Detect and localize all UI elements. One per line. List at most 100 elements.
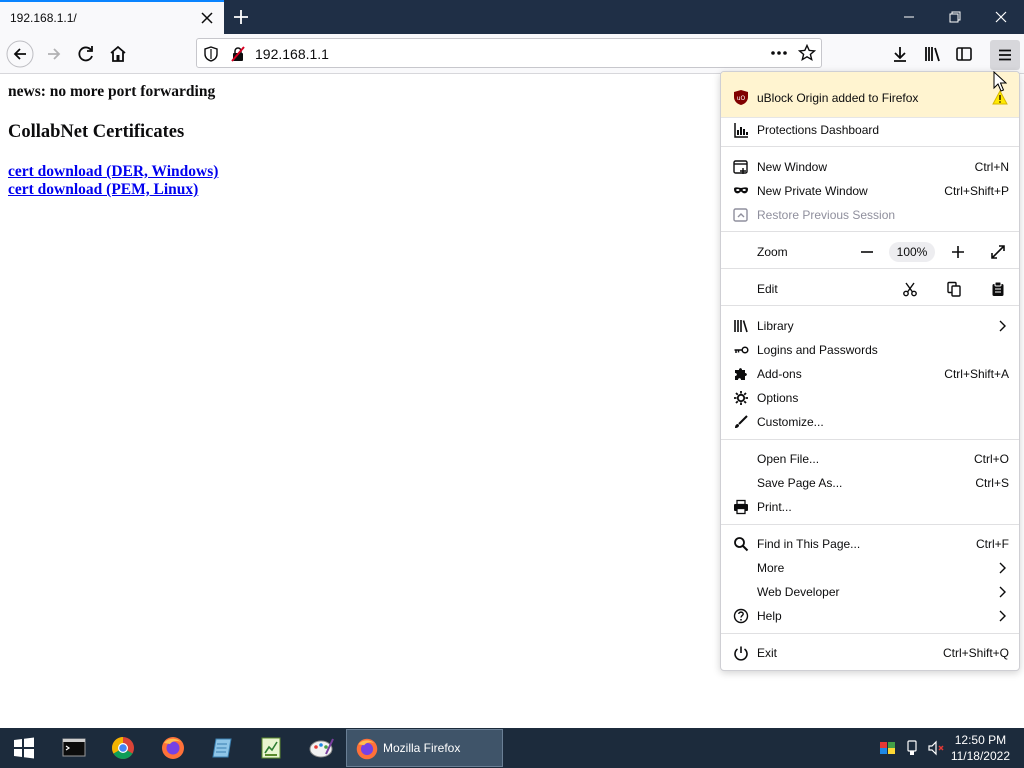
chevron-right-icon [999, 586, 1006, 598]
menu-item-new-private-window[interactable]: New Private Window Ctrl+Shift+P [721, 179, 1019, 203]
menu-item-save-page-as[interactable]: Save Page As... Ctrl+S [721, 471, 1019, 495]
addon-notice[interactable]: uO uBlock Origin added to Firefox [721, 72, 1019, 118]
addon-notice-text: uBlock Origin added to Firefox [757, 91, 919, 105]
menu-item-shortcut: Ctrl+S [975, 476, 1009, 490]
menu-separator [721, 633, 1019, 634]
spreadsheet-icon[interactable] [256, 734, 286, 762]
tab-title: 192.168.1.1/ [10, 11, 77, 25]
cert-download-der-link[interactable]: cert download (DER, Windows) [8, 163, 218, 181]
menu-item-shortcut: Ctrl+Shift+P [944, 184, 1009, 198]
menu-item-label: Library [757, 319, 794, 333]
clock-date: 11/18/2022 [950, 749, 1010, 763]
news-text: news: no more port forwarding [8, 83, 216, 100]
menu-item-label: Exit [757, 646, 778, 660]
key-icon [734, 346, 749, 354]
new-window-icon [733, 160, 748, 174]
close-tab-icon[interactable] [198, 9, 216, 27]
display-tray-icon[interactable] [879, 741, 896, 755]
taskbar-firefox-button[interactable]: Mozilla Firefox [346, 729, 503, 767]
menu-separator [721, 146, 1019, 147]
menu-item-label: Save Page As... [757, 476, 843, 490]
menu-item-customize[interactable]: Customize... [721, 410, 1019, 434]
navigation-bar: 192.168.1.1 [0, 34, 1024, 74]
menu-item-protections-dashboard[interactable]: Protections Dashboard [721, 118, 1019, 142]
menu-item-label: Find in This Page... [757, 537, 861, 551]
url-text[interactable]: 192.168.1.1 [255, 46, 329, 62]
sidebar-icon[interactable] [950, 40, 978, 68]
menu-item-label: Customize... [757, 415, 824, 429]
tab-active[interactable]: 192.168.1.1/ [0, 0, 224, 34]
menu-item-exit[interactable]: Exit Ctrl+Shift+Q [721, 641, 1019, 665]
paint-icon[interactable] [306, 734, 336, 762]
menu-item-edit: Edit [721, 277, 1019, 301]
reload-icon[interactable] [72, 40, 100, 68]
menu-item-library[interactable]: Library [721, 314, 1019, 338]
hamburger-menu-icon [999, 49, 1011, 61]
taskbar-firefox-label: Mozilla Firefox [383, 741, 461, 755]
usb-device-tray-icon[interactable] [905, 740, 919, 756]
menu-item-label: Logins and Passwords [757, 343, 878, 357]
fullscreen-icon[interactable] [990, 244, 1006, 260]
menu-item-help[interactable]: Help [721, 604, 1019, 628]
close-window-icon[interactable] [989, 6, 1013, 28]
bar-chart-icon [734, 123, 748, 138]
windows-start-icon[interactable] [9, 734, 39, 762]
restore-icon[interactable] [943, 6, 967, 28]
menu-item-label: Web Developer [757, 585, 840, 599]
system-clock[interactable]: 12:50 PM 11/18/2022 [951, 732, 1010, 764]
paste-icon[interactable] [990, 281, 1006, 297]
library-icon[interactable] [918, 40, 946, 68]
menu-item-options[interactable]: Options [721, 386, 1019, 410]
page-heading: CollabNet Certificates [8, 122, 185, 142]
menu-item-label: New Window [757, 160, 828, 174]
notepad-icon[interactable] [207, 734, 237, 762]
menu-item-label: New Private Window [757, 184, 868, 198]
zoom-in-icon[interactable] [950, 244, 966, 260]
menu-separator [721, 524, 1019, 525]
downloads-icon[interactable] [886, 40, 914, 68]
menu-item-label: Zoom [757, 245, 788, 259]
menu-separator [721, 439, 1019, 440]
menu-item-shortcut: Ctrl+Shift+A [944, 367, 1009, 381]
puzzle-piece-icon [735, 368, 747, 380]
zoom-out-icon[interactable] [859, 244, 875, 260]
menu-separator [721, 268, 1019, 269]
menu-item-logins-and-passwords[interactable]: Logins and Passwords [721, 338, 1019, 362]
svg-text:uO: uO [737, 95, 746, 102]
insecure-lock-icon[interactable] [230, 46, 246, 62]
menu-item-add-ons[interactable]: Add-ons Ctrl+Shift+A [721, 362, 1019, 386]
bookmark-star-icon[interactable] [798, 44, 816, 62]
menu-item-label: Help [757, 609, 782, 623]
chrome-icon[interactable] [108, 734, 138, 762]
forward-icon[interactable] [40, 40, 68, 68]
menu-item-web-developer[interactable]: Web Developer [721, 580, 1019, 604]
menu-item-print[interactable]: Print... [721, 495, 1019, 519]
back-icon[interactable] [6, 40, 34, 68]
menu-item-restore-session[interactable]: Restore Previous Session [721, 203, 1019, 227]
power-icon [734, 646, 748, 661]
page-actions-icon[interactable] [769, 45, 789, 61]
ublock-shield-icon: uO [734, 90, 748, 105]
new-tab-icon[interactable] [230, 6, 252, 28]
url-bar[interactable]: 192.168.1.1 [196, 38, 822, 68]
volume-muted-icon[interactable] [927, 740, 945, 756]
menu-item-shortcut: Ctrl+Shift+Q [942, 646, 1009, 660]
command-prompt-icon[interactable] [59, 734, 89, 762]
copy-icon[interactable] [946, 281, 962, 297]
firefox-icon[interactable] [158, 734, 188, 762]
cert-download-pem-link[interactable]: cert download (PEM, Linux) [8, 181, 198, 199]
tracking-protection-shield-icon[interactable] [204, 46, 218, 62]
minimize-icon[interactable] [897, 6, 921, 28]
menu-item-shortcut: Ctrl+F [976, 537, 1009, 551]
menu-item-label: Protections Dashboard [757, 123, 880, 137]
menu-item-find-in-page[interactable]: Find in This Page... Ctrl+F [721, 532, 1019, 556]
menu-item-new-window[interactable]: New Window Ctrl+N [721, 155, 1019, 179]
menu-button[interactable] [990, 40, 1020, 70]
menu-item-open-file[interactable]: Open File... Ctrl+O [721, 447, 1019, 471]
menu-item-shortcut: Ctrl+O [973, 452, 1009, 466]
home-icon[interactable] [104, 40, 132, 68]
gear-icon [734, 391, 748, 405]
menu-item-more[interactable]: More [721, 556, 1019, 580]
cut-icon[interactable] [902, 281, 918, 297]
zoom-reset-button[interactable]: 100% [889, 242, 935, 262]
